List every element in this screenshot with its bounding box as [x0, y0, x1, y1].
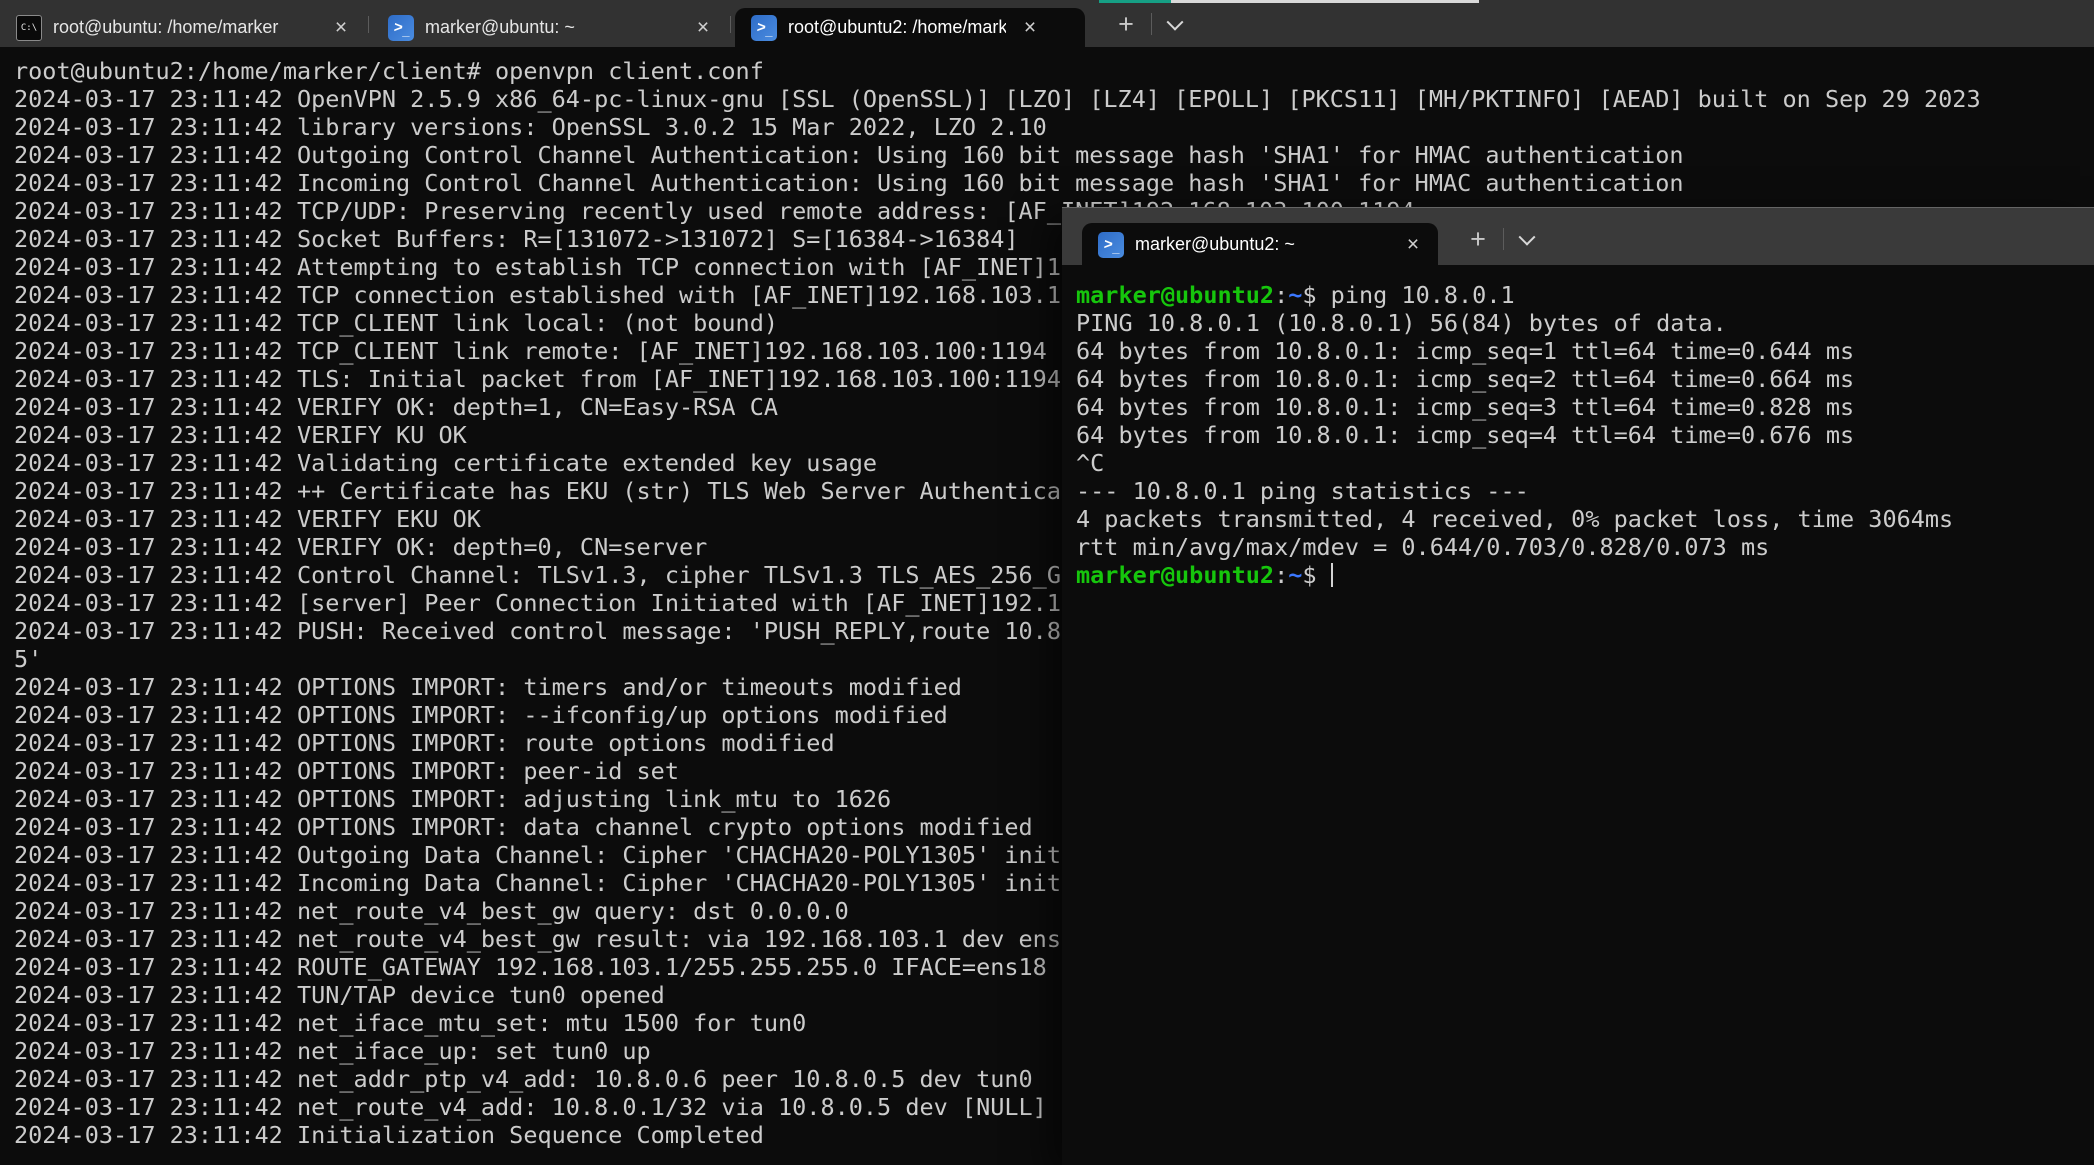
text-cursor	[1331, 563, 1333, 587]
overlay-terminal-window: >_ marker@ubuntu2: ~ × + marker@ubuntu2:…	[1062, 207, 2094, 1165]
terminal-line: ^C	[1076, 449, 2094, 477]
screen-edge-strip-light	[1171, 0, 1479, 3]
chevron-down-icon	[1519, 228, 1536, 245]
terminal-line: 2024-03-17 23:11:42 Outgoing Control Cha…	[14, 141, 2094, 169]
terminal-line: 64 bytes from 10.8.0.1: icmp_seq=3 ttl=6…	[1076, 393, 2094, 421]
tab-title: marker@ubuntu: ~	[425, 17, 679, 38]
terminal-line: rtt min/avg/max/mdev = 0.644/0.703/0.828…	[1076, 533, 2094, 561]
powershell-icon: >_	[388, 15, 414, 41]
screen-edge-strip-green	[1099, 0, 1171, 3]
tab-close-icon[interactable]: ×	[1017, 15, 1043, 41]
powershell-icon: >_	[751, 15, 777, 41]
terminal-line: 2024-03-17 23:11:42 OpenVPN 2.5.9 x86_64…	[14, 85, 2094, 113]
tab-close-icon[interactable]: ×	[1400, 232, 1426, 258]
cmd-terminal-icon: C:\	[16, 15, 42, 41]
terminal-line: 64 bytes from 10.8.0.1: icmp_seq=4 ttl=6…	[1076, 421, 2094, 449]
tab-title: marker@ubuntu2: ~	[1135, 234, 1389, 255]
tab-close-icon[interactable]: ×	[690, 15, 716, 41]
tab-root-ubuntu[interactable]: C:\ root@ubuntu: /home/marker ×	[0, 8, 366, 47]
windows-terminal-screen: C:\ root@ubuntu: /home/marker × >_ marke…	[0, 0, 2094, 1165]
terminal-line: 2024-03-17 23:11:42 library versions: Op…	[14, 113, 2094, 141]
overlay-tab-dropdown-button[interactable]	[1507, 223, 1547, 256]
overlay-new-tab-button[interactable]: +	[1458, 223, 1498, 256]
terminal-line: root@ubuntu2:/home/marker/client# openvp…	[14, 57, 2094, 85]
new-tab-button[interactable]: +	[1106, 8, 1146, 41]
tab-marker-ubuntu[interactable]: >_ marker@ubuntu: ~ ×	[372, 8, 728, 47]
terminal-line: marker@ubuntu2:~$ ping 10.8.0.1	[1076, 281, 2094, 309]
tab-title: root@ubuntu: /home/marker	[53, 17, 317, 38]
terminal-line: 64 bytes from 10.8.0.1: icmp_seq=2 ttl=6…	[1076, 365, 2094, 393]
tab-divider	[730, 16, 731, 33]
tab-root-ubuntu2-active[interactable]: >_ root@ubuntu2: /home/marker ×	[735, 8, 1085, 47]
terminal-line: 64 bytes from 10.8.0.1: icmp_seq=1 ttl=6…	[1076, 337, 2094, 365]
overlay-tab-marker-ubuntu2[interactable]: >_ marker@ubuntu2: ~ ×	[1082, 223, 1438, 266]
tab-divider	[368, 16, 369, 33]
tab-dropdown-button[interactable]	[1155, 8, 1195, 41]
main-tab-bar: C:\ root@ubuntu: /home/marker × >_ marke…	[0, 0, 2094, 47]
terminal-line: --- 10.8.0.1 ping statistics ---	[1076, 477, 2094, 505]
powershell-icon: >_	[1098, 232, 1124, 258]
terminal-line: 4 packets transmitted, 4 received, 0% pa…	[1076, 505, 2094, 533]
tab-close-icon[interactable]: ×	[328, 15, 354, 41]
tab-divider	[1151, 13, 1152, 35]
overlay-terminal-output[interactable]: marker@ubuntu2:~$ ping 10.8.0.1PING 10.8…	[1062, 265, 2094, 1165]
tab-divider	[1503, 228, 1504, 250]
terminal-line: marker@ubuntu2:~$	[1076, 561, 2094, 589]
terminal-line: 2024-03-17 23:11:42 Incoming Control Cha…	[14, 169, 2094, 197]
tab-title: root@ubuntu2: /home/marker	[788, 17, 1006, 38]
chevron-down-icon	[1167, 13, 1184, 30]
overlay-tab-bar: >_ marker@ubuntu2: ~ × +	[1062, 207, 2094, 265]
terminal-line: PING 10.8.0.1 (10.8.0.1) 56(84) bytes of…	[1076, 309, 2094, 337]
